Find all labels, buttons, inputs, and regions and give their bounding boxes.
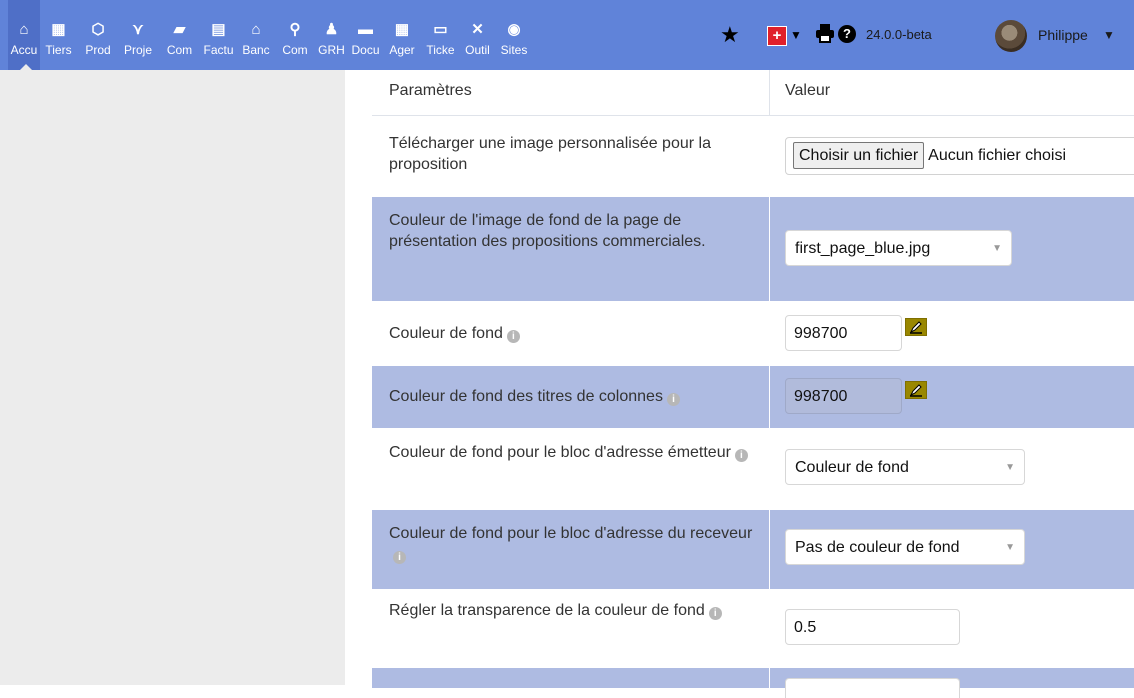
briefcase-icon: ▰	[173, 21, 186, 38]
version-label: 24.0.0-beta	[866, 27, 932, 42]
ticket-icon: ▭	[433, 21, 448, 38]
file-upload-field[interactable]: Choisir un fichier Aucun fichier choisi	[785, 137, 1134, 175]
table-row: Couleur de fond pour le bloc d'adresse d…	[372, 510, 1134, 589]
print-icon[interactable]	[815, 23, 835, 43]
search-dollar-icon: ⚲	[289, 21, 301, 38]
info-icon[interactable]: i	[393, 551, 406, 564]
left-side-panel	[0, 70, 345, 685]
menu-item-label: Ager	[389, 43, 415, 57]
menu-item-sites[interactable]: ◉ Sites	[497, 0, 531, 70]
background-color-input[interactable]: 998700	[785, 315, 902, 351]
select-arrow-icon: ▼	[992, 243, 1002, 254]
language-flag-icon[interactable]: +	[767, 26, 787, 46]
menu-item-docu[interactable]: ▬ Docu	[349, 0, 382, 70]
column-title-color-input[interactable]: 998700	[785, 378, 902, 414]
select-arrow-icon: ▼	[1005, 542, 1015, 553]
menu-item-com[interactable]: ▰ Com	[160, 0, 199, 70]
menu-item-label: Com	[282, 43, 308, 57]
menu-item-factu[interactable]: ▤ Factu	[201, 0, 236, 70]
bank-icon: ⌂	[251, 21, 261, 38]
menu-item-label: GRH	[318, 43, 345, 57]
menu-item-label: Sites	[500, 43, 528, 57]
calendar-icon: ▦	[394, 21, 410, 38]
menu-item-label: Proje	[123, 43, 152, 57]
color-picker-icon[interactable]	[905, 318, 927, 336]
menu-item-label: Outil	[465, 43, 490, 57]
select-arrow-icon: ▼	[1005, 462, 1015, 473]
globe-icon: ◉	[507, 21, 521, 38]
header-value: Valeur	[785, 82, 831, 99]
row-label: Couleur de l'image de fond de la page de…	[389, 212, 706, 250]
menu-item-com[interactable]: ⚲ Com	[276, 0, 314, 70]
menu-item-ager[interactable]: ▦ Ager	[384, 0, 420, 70]
menu-item-prod[interactable]: ⬡ Prod	[79, 0, 117, 70]
folder-icon: ▬	[358, 21, 373, 38]
background-image-select[interactable]: first_page_blue.jpg ▼	[785, 230, 1012, 266]
table-row: Couleur de fond des titres de colonnes i …	[372, 366, 1134, 428]
row-label: Couleur de fond pour le bloc d'adresse d…	[389, 525, 753, 542]
row-label: Régler la transparence de la couleur de …	[389, 602, 705, 619]
invoice-icon: ▤	[211, 21, 226, 38]
avatar[interactable]	[995, 20, 1027, 52]
menu-item-grh[interactable]: ♟ GRH	[316, 0, 347, 70]
info-icon[interactable]: i	[506, 330, 520, 343]
users-icon: ♟	[324, 21, 339, 38]
home-icon: ⌂	[19, 21, 29, 38]
next-row-input[interactable]	[785, 678, 960, 698]
menu-item-label: Ticke	[426, 43, 455, 57]
user-chevron-down-icon[interactable]: ▼	[1103, 28, 1115, 42]
info-icon[interactable]: i	[734, 449, 748, 462]
choose-file-button[interactable]: Choisir un fichier	[793, 142, 925, 169]
table-row	[372, 668, 1134, 698]
menu-item-ticke[interactable]: ▭ Ticke	[422, 0, 459, 70]
table-row: Couleur de fond i 998700	[372, 302, 1134, 365]
table-row: Régler la transparence de la couleur de …	[372, 590, 1134, 667]
row-label: Couleur de fond des titres de colonnes	[389, 388, 663, 405]
row-label: Couleur de fond pour le bloc d'adresse é…	[389, 444, 731, 461]
receiver-block-color-select[interactable]: Pas de couleur de fond ▼	[785, 529, 1025, 565]
top-menu-bar: ⌂ Accu ▦ Tiers ⬡ Prod ⋎ Proje ▰ Com ▤ Factu ⌂ Banc ⚲ Co…	[0, 0, 1134, 70]
chevron-down-icon[interactable]: ▼	[790, 28, 802, 42]
info-icon[interactable]: i	[666, 393, 680, 406]
table-row: Télécharger une image personnalisée pour…	[372, 116, 1134, 196]
menu-item-label: Factu	[203, 43, 234, 57]
cube-icon: ⬡	[91, 21, 105, 38]
table-row: Couleur de fond pour le bloc d'adresse é…	[372, 429, 1134, 509]
sender-block-color-select[interactable]: Couleur de fond ▼	[785, 449, 1025, 485]
header-parameters: Paramètres	[389, 82, 472, 99]
menu-item-proje[interactable]: ⋎ Proje	[118, 0, 158, 70]
menu-item-label: Docu	[351, 43, 380, 57]
file-status: Aucun fichier choisi	[928, 147, 1066, 164]
table-row: Couleur de l'image de fond de la page de…	[372, 197, 1134, 301]
transparency-input[interactable]: 0.5	[785, 609, 960, 645]
menu-item-label: Com	[166, 43, 193, 57]
menu-item-banc[interactable]: ⌂ Banc	[238, 0, 274, 70]
table-header-row: Paramètres Valeur	[372, 70, 1134, 116]
menu-item-label: Accu	[10, 43, 38, 57]
tools-icon: ✕	[471, 21, 484, 38]
menu-item-label: Tiers	[45, 43, 72, 57]
project-icon: ⋎	[132, 21, 144, 38]
menu-item-outil[interactable]: ✕ Outil	[460, 0, 495, 70]
menu-item-label: Prod	[85, 43, 111, 57]
row-label: Télécharger une image personnalisée pour…	[389, 135, 711, 173]
row-label: Couleur de fond	[389, 325, 503, 342]
help-icon[interactable]: ?	[838, 25, 856, 43]
menu-item-label: Banc	[242, 43, 270, 57]
menu-item-tiers[interactable]: ▦ Tiers	[40, 0, 77, 70]
building-icon: ▦	[51, 21, 66, 38]
menu-item-accu[interactable]: ⌂ Accu	[8, 0, 40, 70]
bookmark-star-icon[interactable]: ★	[720, 24, 740, 46]
color-picker-icon[interactable]	[905, 381, 927, 399]
user-name[interactable]: Philippe	[1038, 27, 1088, 43]
info-icon[interactable]: i	[708, 607, 722, 620]
